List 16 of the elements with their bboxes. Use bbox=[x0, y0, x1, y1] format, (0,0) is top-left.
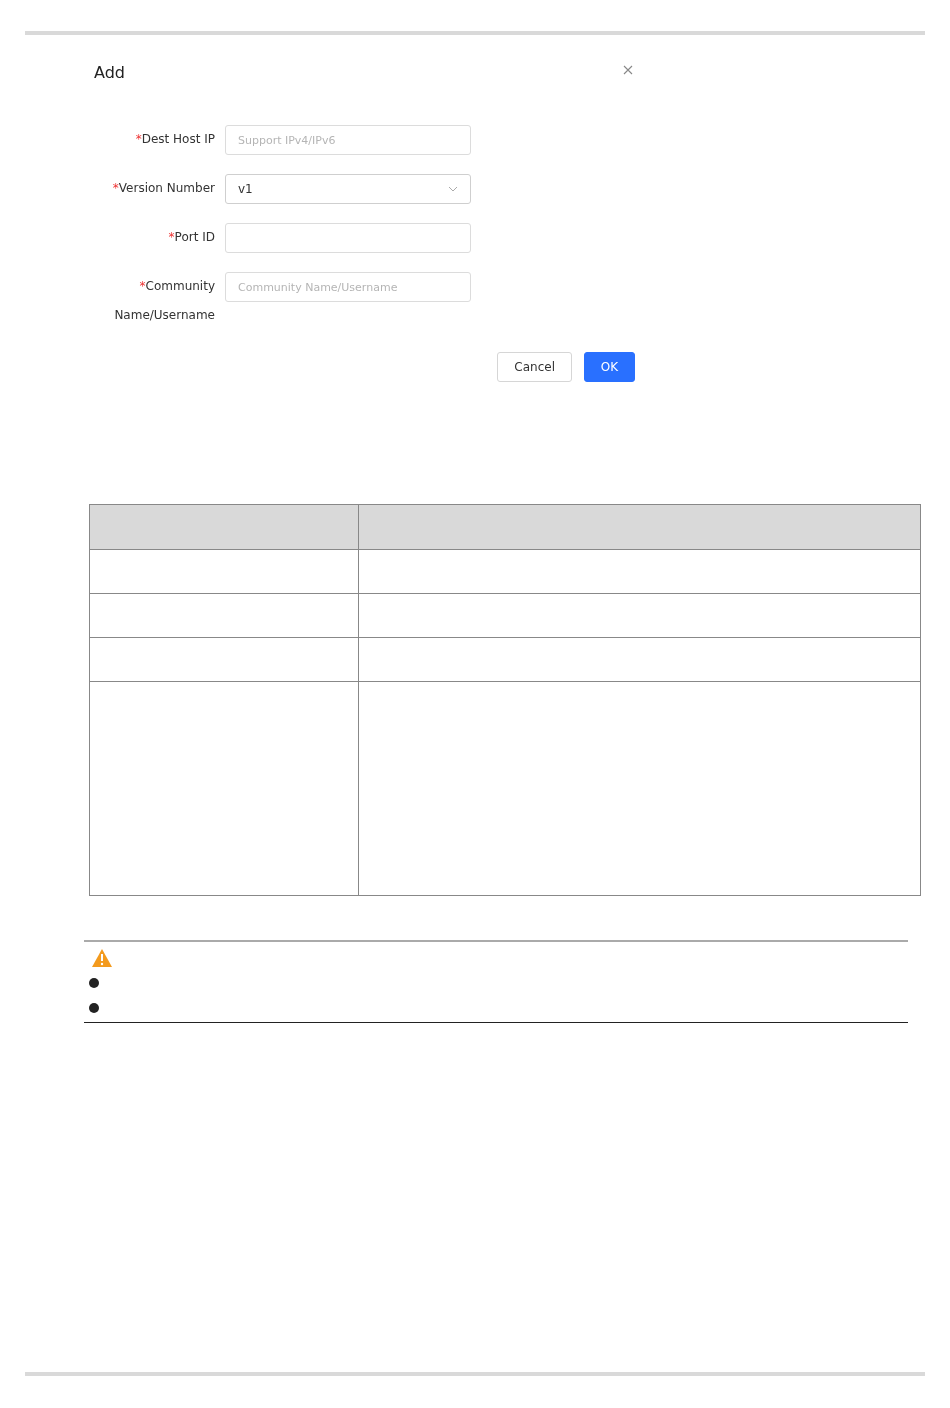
bullet-icon bbox=[89, 1003, 99, 1013]
input-field[interactable]: Community Name/Username bbox=[225, 272, 471, 302]
field-label: *Dest Host IP bbox=[134, 131, 215, 148]
bullet-icon bbox=[89, 978, 99, 988]
warning-icon bbox=[91, 948, 113, 968]
field-label: *Version Number bbox=[111, 180, 215, 197]
input-field[interactable]: Support IPv4/IPv6 bbox=[225, 125, 471, 155]
ok-button[interactable]: OK bbox=[584, 352, 635, 382]
chevron-down-icon bbox=[448, 186, 458, 192]
cancel-button[interactable]: Cancel bbox=[497, 352, 572, 382]
field-label: *Port ID bbox=[167, 229, 215, 246]
input-field[interactable] bbox=[225, 223, 471, 253]
version-dropdown[interactable]: v1 bbox=[225, 174, 471, 204]
field-label: *Community Name/Username bbox=[113, 278, 215, 324]
close-icon[interactable] bbox=[623, 65, 633, 75]
dialog-title: Add bbox=[94, 63, 125, 82]
